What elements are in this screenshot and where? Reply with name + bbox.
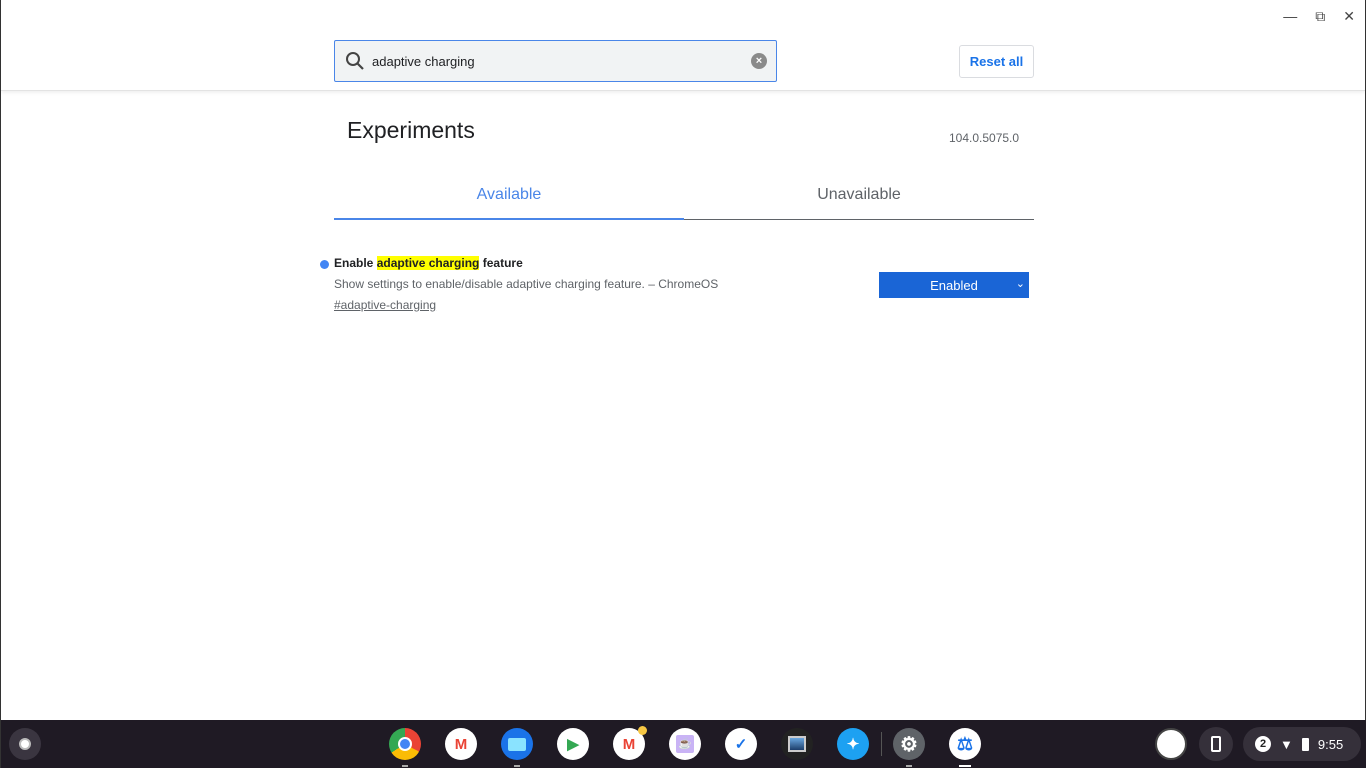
tab-unavailable[interactable]: Unavailable	[684, 175, 1034, 219]
chevron-down-icon: ⌄	[1015, 278, 1025, 290]
status-tray[interactable]: 2 ▼ 9:55	[1243, 727, 1361, 761]
clear-icon[interactable]: ×	[751, 53, 767, 69]
phone-hub-button[interactable]	[1199, 727, 1233, 761]
gmail-notification-icon[interactable]: M	[613, 726, 647, 760]
experiment-description: Show settings to enable/disable adaptive…	[334, 277, 719, 291]
experiment-link[interactable]: #adaptive-charging	[334, 298, 718, 312]
notification-count: 2	[1255, 736, 1271, 752]
clock: 9:55	[1317, 736, 1344, 752]
search-highlight: adaptive charging	[376, 256, 480, 270]
title-text: feature	[479, 256, 523, 270]
battery-icon	[1301, 737, 1309, 751]
shelf-divider	[881, 732, 882, 756]
experiment-title: Enable adaptive charging feature	[334, 256, 718, 270]
reset-all-button[interactable]: Reset all	[959, 45, 1034, 78]
twitter-icon[interactable]: ✦	[837, 728, 869, 760]
desk-preview-icon[interactable]	[1155, 728, 1187, 760]
tab-available[interactable]: Available	[334, 175, 684, 220]
files-icon[interactable]	[501, 728, 533, 767]
tasks-icon[interactable]: ✓	[725, 728, 757, 760]
caffeine-icon[interactable]: ☕	[669, 728, 701, 760]
launcher-button[interactable]	[9, 728, 41, 760]
page-title: Experiments	[347, 117, 475, 143]
header: adaptive charging × Reset all	[1, 0, 1365, 91]
search-value: adaptive charging	[372, 53, 475, 69]
settings-icon[interactable]: ⚙	[893, 728, 925, 767]
experiment-item: Enable adaptive charging feature Show se…	[320, 256, 719, 312]
select-value: Enabled	[930, 277, 978, 293]
search-icon	[346, 52, 364, 70]
title-text: Enable	[334, 256, 377, 270]
wifi-icon: ▼	[1280, 736, 1293, 752]
launcher-icon	[19, 738, 31, 750]
experiment-state-select[interactable]: Enabled ⌄	[879, 272, 1029, 298]
play-store-icon[interactable]: ▶	[557, 728, 589, 760]
phone-icon	[1211, 736, 1221, 752]
gmail-icon[interactable]: M	[445, 728, 477, 760]
flags-icon[interactable]: ⚖	[949, 728, 981, 767]
tabs: Available Unavailable	[334, 175, 1034, 220]
shelf: M ▶ M ☕ ✓ ✦ ⚙ ⚖ 2 ▼ 9:55	[1, 720, 1366, 768]
modified-dot	[320, 260, 329, 269]
version: 104.0.5075.0	[949, 131, 1020, 145]
search-input[interactable]: adaptive charging ×	[334, 40, 777, 82]
chrome-icon[interactable]	[389, 728, 421, 767]
photo-viewer-icon[interactable]	[781, 728, 813, 760]
